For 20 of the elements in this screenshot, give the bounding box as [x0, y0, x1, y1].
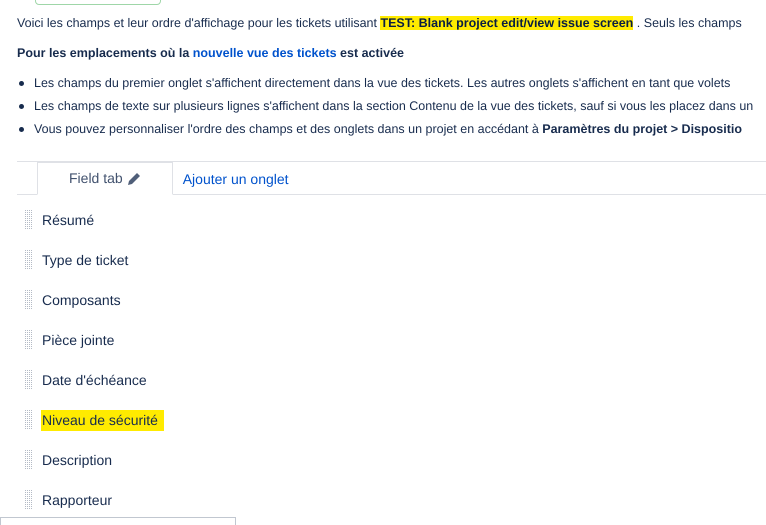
bullet-icon: [19, 126, 24, 132]
new-issue-view-link[interactable]: nouvelle vue des tickets: [192, 46, 337, 60]
field-label: Date d'échéance: [41, 370, 148, 390]
intro-paragraph: Voici les champs et leur ordre d'affichage pour les tickets utilisant TEST: Blank project edit/view issue screen . Seuls les champs: [17, 15, 742, 32]
bullet-text: Les champs du premier onglet s'affichent directement dans la vue des tickets. Les autres onglets s'affichent en tant que volets: [34, 75, 730, 92]
field-label: Type de ticket: [41, 250, 130, 270]
add-tab-link[interactable]: Ajouter un onglet: [172, 161, 299, 194]
bullet-icon: [19, 104, 24, 108]
field-label: Rapporteur: [41, 490, 114, 510]
bullet-icon: [19, 80, 24, 86]
field-label: Pièce jointe: [41, 330, 116, 350]
field-label: Résumé: [41, 210, 96, 230]
field-label: Composants: [41, 290, 122, 310]
section-heading: Pour les emplacements où la nouvelle vue des tickets est activée: [17, 45, 404, 62]
bullet-text: Les champs de texte sur plusieurs lignes s'affichent dans la section Contenu de la vue des tickets, sauf si vous les placez dans un: [34, 98, 754, 115]
pencil-icon[interactable]: [126, 172, 141, 186]
field-tab[interactable]: Field tab: [37, 162, 173, 195]
bullet-text: Vous pouvez personnaliser l'ordre des champs et des onglets dans un projet en accédant à Paramètres du projet > Dispositio: [34, 121, 742, 138]
field-label: Description: [41, 450, 114, 470]
field-label: Niveau de sécurité: [41, 410, 164, 430]
